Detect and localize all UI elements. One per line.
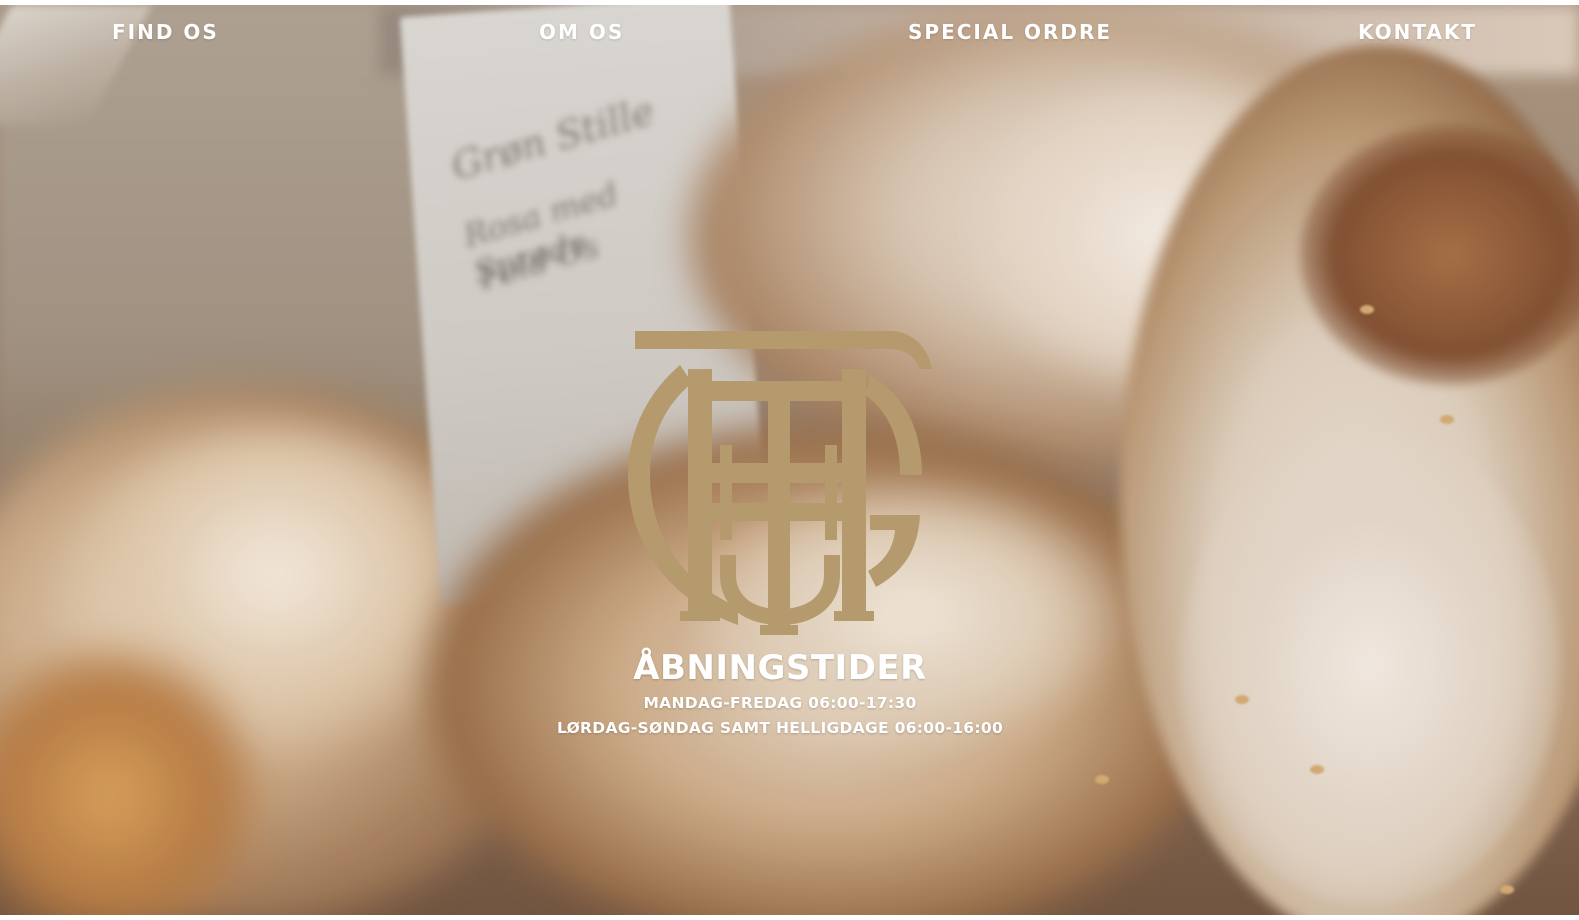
- opening-hours-title: ÅBNINGSTIDER: [633, 648, 927, 688]
- monogram-logo-icon: [628, 331, 932, 635]
- opening-hours: ÅBNINGSTIDER MANDAG-FREDAG 06:00-17:30 L…: [480, 645, 1080, 741]
- nav-link-kontakt[interactable]: KONTAKT: [1358, 20, 1477, 44]
- bakery-monogram-logo: [620, 325, 940, 645]
- nav-link-om-os[interactable]: OM OS: [539, 20, 624, 44]
- top-navigation: FIND OS OM OS SPECIAL ORDRE KONTAKT: [0, 14, 1579, 54]
- nav-link-special-ordre[interactable]: SPECIAL ORDRE: [908, 20, 1112, 44]
- page: Grøn Stille Rosa med Sprøde Fold Os FIND…: [0, 0, 1579, 920]
- opening-hours-weekend: LØRDAG-SØNDAG SAMT HELLIGDAGE 06:00-16:0…: [556, 719, 1004, 737]
- opening-hours-weekdays: MANDAG-FREDAG 06:00-17:30: [643, 694, 917, 712]
- nav-link-find-os[interactable]: FIND OS: [112, 20, 219, 44]
